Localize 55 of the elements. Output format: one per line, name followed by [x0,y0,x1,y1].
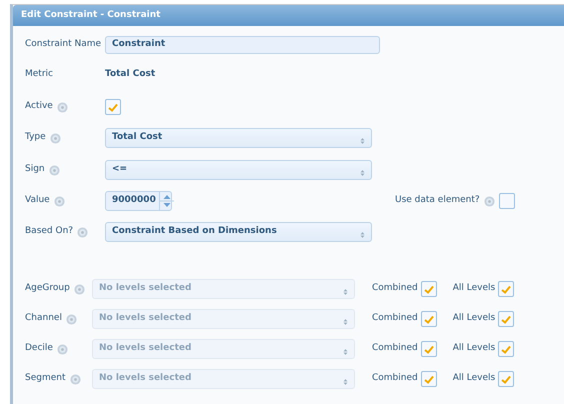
sort-arrows-icon [360,168,365,177]
help-icon[interactable] [77,226,88,238]
field-label: Sign [25,163,45,176]
dimension-label: Decile [25,342,53,356]
checkbox-label: All Levels [452,282,496,296]
checkbox-label: All Levels [452,372,496,386]
field-label: Value [25,194,50,208]
select-field[interactable]: <= [105,160,372,180]
checkmark-icon [108,102,118,112]
help-icon[interactable] [50,132,61,144]
checkmark-icon [501,374,512,384]
checkbox-label: Combined [372,372,418,386]
metric-value: Total Cost [105,68,156,82]
field-label: Use data element? [395,194,480,208]
checkbox-label: Combined [372,342,418,356]
sort-arrows-icon [360,136,365,145]
field-label: Type [25,131,46,144]
help-icon[interactable] [54,196,65,206]
sort-arrows-icon [343,348,348,356]
checkmark-icon [424,314,434,324]
help-icon[interactable] [70,374,80,384]
dimension-label: Channel [25,312,62,326]
checkbox-label: Combined [372,282,418,296]
help-icon[interactable] [56,102,68,112]
checkmark-icon [501,284,512,294]
field-label: Active [25,100,53,114]
field-label: Metric [25,68,53,82]
dimension-label: AgeGroup [25,282,70,296]
field-label: Based On? [25,225,74,238]
checkmark-icon [501,314,512,324]
sort-arrows-icon [343,378,348,386]
checkmark-icon [424,284,434,294]
checkbox-label: All Levels [452,342,496,356]
sort-arrows-icon [343,288,348,296]
help-icon[interactable] [56,344,68,354]
sort-arrows-icon [343,318,348,326]
text-field[interactable]: Constraint [105,36,380,54]
checkbox-label: All Levels [452,312,496,326]
help-icon[interactable] [74,284,85,294]
number-spinner[interactable]: 9000000 [105,191,172,211]
checkmark-icon [501,344,512,354]
checkbox[interactable] [498,193,515,209]
help-icon[interactable] [48,164,60,176]
checkmark-icon [424,374,434,384]
dimension-label: Segment [25,372,66,386]
sort-arrows-icon [360,230,365,239]
select-field[interactable]: Constraint Based on Dimensions [105,222,372,242]
help-icon[interactable] [66,314,77,324]
checkbox-label: Combined [372,312,418,326]
help-icon[interactable] [484,196,495,206]
dialog-title: Edit Constraint - Constraint [13,5,564,26]
checkmark-icon [424,344,434,354]
field-label: Constraint Name [25,38,102,52]
checkbox[interactable] [105,99,121,115]
select-field[interactable]: Total Cost [105,128,372,148]
